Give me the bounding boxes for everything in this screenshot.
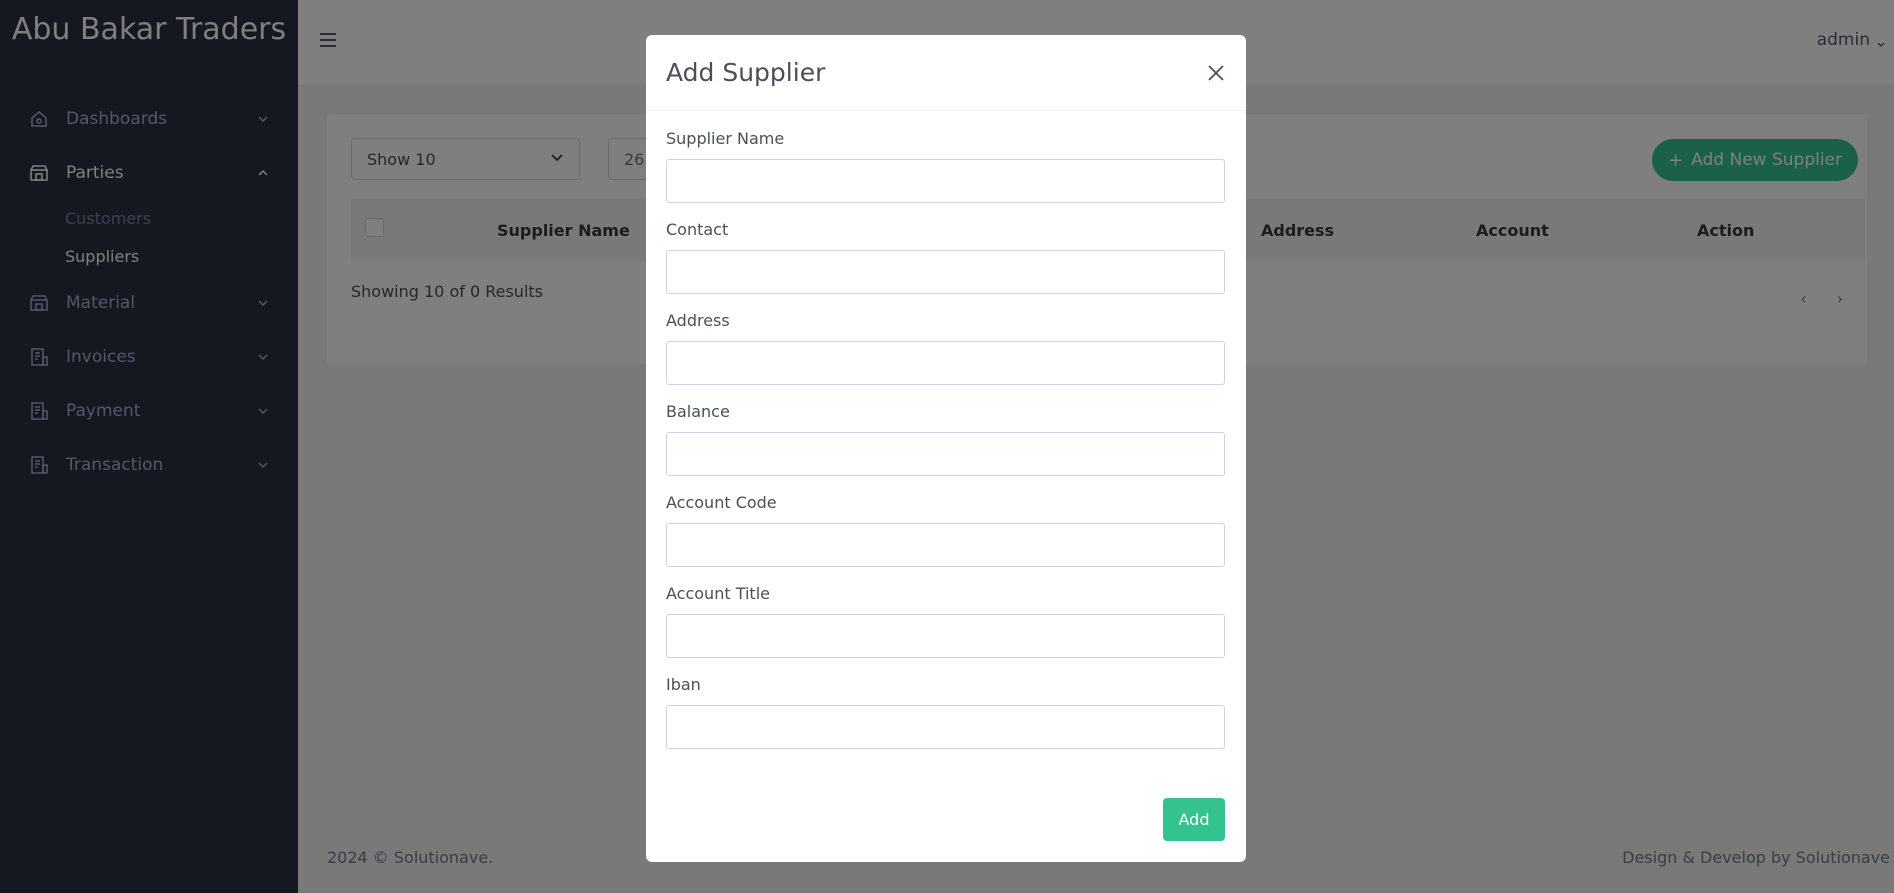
modal-header: Add Supplier	[646, 35, 1246, 111]
supplier-name-field: Supplier Name	[666, 129, 1226, 203]
iban-field: Iban	[666, 675, 1226, 749]
address-input[interactable]	[666, 341, 1225, 385]
contact-field: Contact	[666, 220, 1226, 294]
account-code-field: Account Code	[666, 493, 1226, 567]
address-field: Address	[666, 311, 1226, 385]
account-title-label: Account Title	[666, 584, 770, 603]
contact-input[interactable]	[666, 250, 1225, 294]
account-code-label: Account Code	[666, 493, 777, 512]
modal-title: Add Supplier	[666, 58, 826, 87]
account-title-input[interactable]	[666, 614, 1225, 658]
account-title-field: Account Title	[666, 584, 1226, 658]
supplier-name-input[interactable]	[666, 159, 1225, 203]
supplier-name-label: Supplier Name	[666, 129, 785, 148]
account-code-input[interactable]	[666, 523, 1225, 567]
iban-label: Iban	[666, 675, 701, 694]
add-supplier-modal: Add Supplier Supplier Name Contact Addre…	[646, 35, 1246, 862]
close-icon[interactable]	[1206, 63, 1226, 83]
balance-input[interactable]	[666, 432, 1225, 476]
balance-field: Balance	[666, 402, 1226, 476]
modal-body: Supplier Name Contact Address Balance Ac…	[646, 111, 1246, 749]
address-label: Address	[666, 311, 730, 330]
iban-input[interactable]	[666, 705, 1225, 749]
contact-label: Contact	[666, 220, 729, 239]
balance-label: Balance	[666, 402, 730, 421]
add-button[interactable]: Add	[1163, 798, 1225, 841]
